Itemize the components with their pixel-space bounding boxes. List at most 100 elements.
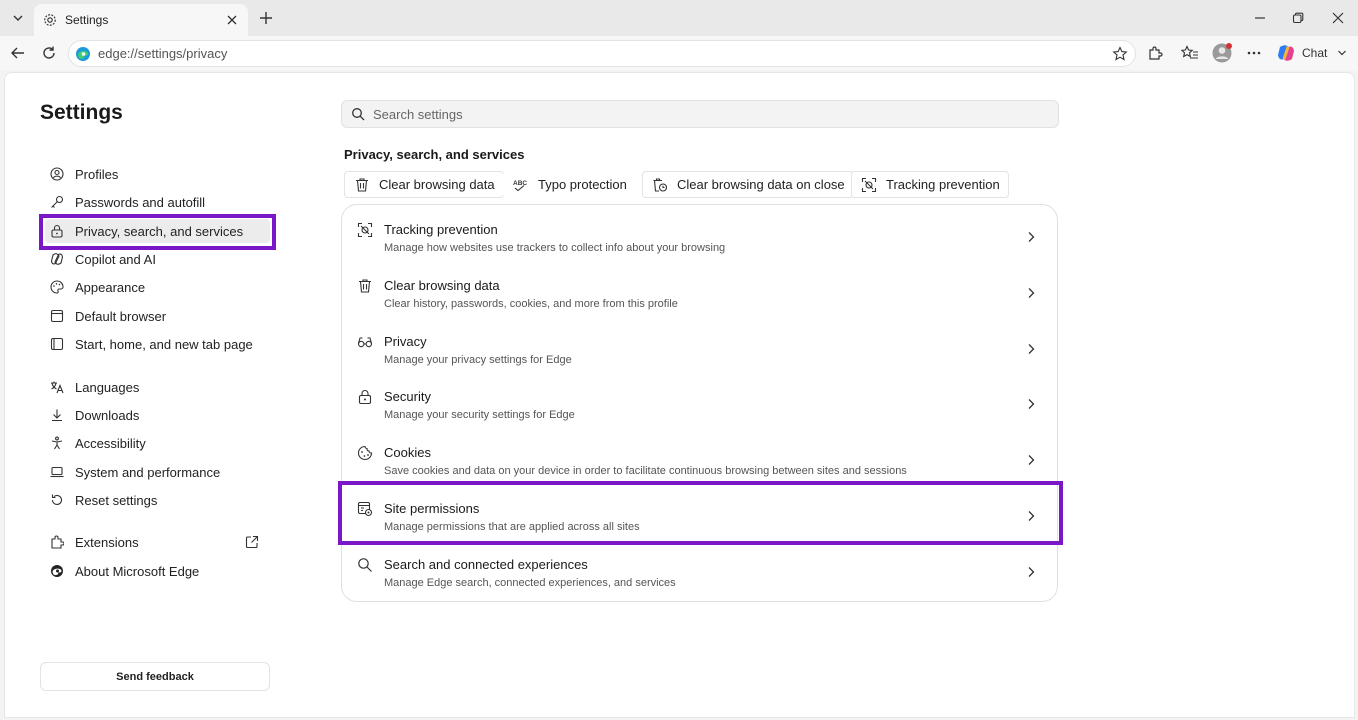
trash-icon: [353, 176, 371, 194]
sidebar-item-copilot[interactable]: Copilot and AI: [45, 247, 270, 271]
chip-tracking-prevention[interactable]: Tracking prevention: [851, 171, 1009, 198]
arrow-left-icon: [11, 47, 24, 59]
home-icon: [49, 336, 65, 352]
sidebar-item-extensions[interactable]: Extensions: [45, 530, 270, 554]
sidebar-item-start-home[interactable]: Start, home, and new tab page: [45, 332, 270, 356]
page-title: Settings: [40, 101, 123, 124]
url-text: edge://settings/privacy: [98, 46, 228, 61]
row-security[interactable]: Security Manage your security settings f…: [342, 376, 1059, 431]
row-tracking-prevention[interactable]: Tracking prevention Manage how websites …: [342, 209, 1059, 264]
sidebar-item-label: Start, home, and new tab page: [75, 336, 253, 352]
row-cookies[interactable]: Cookies Save cookies and data on your de…: [342, 432, 1059, 487]
languages-icon: [49, 379, 65, 395]
sidebar-item-default-browser[interactable]: Default browser: [45, 304, 270, 328]
more-options-button[interactable]: [1243, 42, 1265, 64]
copilot-icon: [49, 251, 65, 267]
sidebar-item-accessibility[interactable]: Accessibility: [45, 431, 270, 455]
close-icon: [1332, 12, 1344, 24]
row-clear-browsing-data[interactable]: Clear browsing data Clear history, passw…: [342, 265, 1059, 320]
close-window-button[interactable]: [1328, 8, 1348, 28]
sidebar-item-label: About Microsoft Edge: [75, 563, 200, 579]
accessibility-icon: [49, 435, 65, 451]
row-title: Security: [384, 389, 431, 404]
profile-button[interactable]: [1211, 42, 1233, 64]
refresh-button[interactable]: [38, 42, 60, 64]
favorites-button[interactable]: [1179, 42, 1201, 64]
search-icon: [351, 107, 365, 121]
restore-icon: [1292, 12, 1304, 24]
row-search-connected[interactable]: Search and connected experiences Manage …: [342, 544, 1059, 599]
edge-logo-icon: [49, 563, 65, 579]
row-subtitle: Clear history, passwords, cookies, and m…: [384, 298, 678, 310]
chevron-right-icon: [1023, 229, 1039, 245]
puzzle-icon: [1149, 46, 1163, 60]
browser-tab-settings[interactable]: Settings: [34, 4, 248, 36]
back-button[interactable]: [7, 42, 29, 64]
sidebar-item-about[interactable]: About Microsoft Edge: [45, 559, 270, 583]
extensions-button[interactable]: [1144, 42, 1166, 64]
refresh-icon: [43, 46, 55, 59]
more-icon: [1247, 51, 1261, 55]
sidebar-item-appearance[interactable]: Appearance: [45, 275, 270, 299]
chip-label: Clear browsing data on close: [677, 177, 845, 192]
address-bar[interactable]: edge://settings/privacy: [68, 40, 1136, 67]
abc-icon: ABC: [512, 176, 530, 194]
chip-clear-data-on-close[interactable]: Clear browsing data on close: [642, 171, 854, 198]
chip-clear-browsing-data[interactable]: Clear browsing data: [344, 171, 504, 198]
chat-label: Chat: [1302, 46, 1328, 60]
svg-text:ABC: ABC: [513, 180, 527, 187]
trash-clock-icon: [651, 176, 669, 194]
row-subtitle: Manage Edge search, connected experience…: [384, 577, 676, 589]
send-feedback-button[interactable]: Send feedback: [40, 662, 270, 691]
row-title: Clear browsing data: [384, 278, 500, 293]
sidebar-item-label: Extensions: [75, 534, 139, 550]
minimize-button[interactable]: [1250, 8, 1270, 28]
search-icon: [356, 556, 374, 574]
sidebar-item-languages[interactable]: Languages: [45, 375, 270, 399]
chevron-right-icon: [1023, 341, 1039, 357]
row-title: Tracking prevention: [384, 222, 498, 237]
close-tab-button[interactable]: [222, 10, 242, 30]
tab-strip: Settings: [0, 0, 1358, 36]
row-privacy[interactable]: Privacy Manage your privacy settings for…: [342, 321, 1059, 376]
profile-icon: [49, 166, 65, 182]
sidebar-item-label: System and performance: [75, 464, 221, 480]
row-title: Cookies: [384, 445, 431, 460]
gear-icon: [43, 13, 57, 27]
chip-typo-protection[interactable]: ABC Typo protection: [503, 171, 636, 198]
add-favorite-button[interactable]: [1109, 43, 1131, 65]
highlight-box: [338, 481, 1063, 545]
tracking-icon: [860, 176, 878, 194]
chip-label: Clear browsing data: [379, 177, 495, 192]
sidebar-item-passwords[interactable]: Passwords and autofill: [45, 190, 270, 214]
copilot-chat-button[interactable]: Chat: [1276, 42, 1347, 64]
tab-actions-menu-button[interactable]: [6, 6, 30, 30]
row-title: Privacy: [384, 334, 427, 349]
lock-icon: [356, 388, 374, 406]
star-icon: [1112, 45, 1128, 61]
row-title: Search and connected experiences: [384, 557, 588, 572]
search-placeholder: Search settings: [373, 106, 463, 122]
sidebar-item-reset[interactable]: Reset settings: [45, 488, 270, 512]
sidebar-item-label: Profiles: [75, 166, 119, 182]
glasses-icon: [356, 333, 374, 351]
sidebar-item-profiles[interactable]: Profiles: [45, 162, 270, 186]
favorites-icon: [1181, 45, 1198, 59]
extensions-icon: [49, 534, 65, 550]
sidebar-item-label: Reset settings: [75, 492, 158, 508]
avatar-icon: [1212, 43, 1232, 63]
chevron-down-icon: [1337, 48, 1347, 58]
palette-icon: [49, 279, 65, 295]
section-title: Privacy, search, and services: [344, 147, 525, 162]
sidebar-item-downloads[interactable]: Downloads: [45, 403, 270, 427]
external-link-icon[interactable]: [243, 533, 261, 551]
laptop-icon: [49, 464, 65, 480]
new-tab-button[interactable]: [256, 8, 276, 28]
chip-label: Typo protection: [538, 177, 627, 192]
chevron-right-icon: [1023, 452, 1039, 468]
search-settings-input[interactable]: Search settings: [341, 100, 1059, 128]
sidebar-item-system[interactable]: System and performance: [45, 460, 270, 484]
sidebar-item-label: Passwords and autofill: [75, 194, 206, 210]
restore-button[interactable]: [1288, 8, 1308, 28]
sidebar-item-label: Default browser: [75, 308, 167, 324]
